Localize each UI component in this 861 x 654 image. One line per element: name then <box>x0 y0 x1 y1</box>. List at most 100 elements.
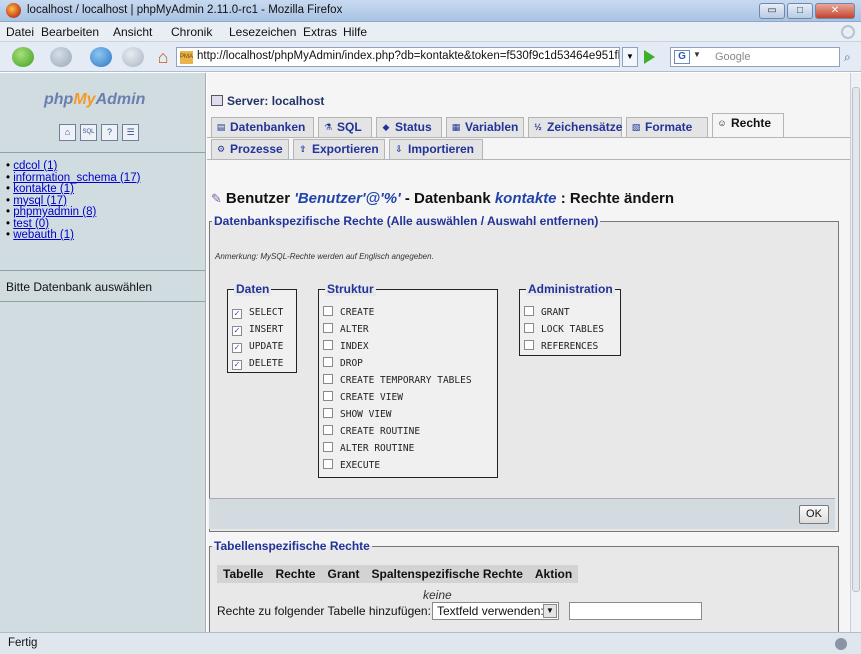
sql-icon: ⚗ <box>323 122 333 132</box>
menu-hilfe[interactable]: Hilfe <box>343 25 367 39</box>
tab-prozesse[interactable]: ⚙ Prozesse <box>211 139 289 159</box>
menu-chronik[interactable]: Chronik <box>171 25 212 39</box>
table-privileges-legend: Tabellenspezifische Rechte <box>214 539 370 553</box>
minimize-button[interactable]: ▭ <box>759 3 785 19</box>
tab-datenbanken[interactable]: ▤ Datenbanken <box>211 117 314 137</box>
tab-formate[interactable]: ▧ Formate <box>626 117 708 137</box>
group-struktur: Struktur CREATE ALTER INDEX DROP CREATE … <box>318 282 498 478</box>
url-history-dropdown[interactable]: ▼ <box>622 47 638 67</box>
tab-zeichensaetze[interactable]: ½ Zeichensätze <box>528 117 622 137</box>
reload-button[interactable] <box>90 47 112 67</box>
address-bar[interactable]: PMA http://localhost/phpMyAdmin/index.ph… <box>176 47 620 67</box>
processes-icon: ⚙ <box>216 144 226 154</box>
privilege-delete-checkbox[interactable]: ✓ DELETE <box>232 357 283 371</box>
status-bar: Fertig <box>0 632 861 654</box>
close-button[interactable]: ✕ <box>815 3 855 19</box>
privilege-alter-routine-checkbox[interactable]: ALTER ROUTINE <box>323 442 414 456</box>
privilege-create-temporary-tables-checkbox[interactable]: CREATE TEMPORARY TABLES <box>323 374 472 388</box>
activity-indicator-icon <box>841 25 855 39</box>
search-engine-icon[interactable]: G <box>674 50 690 64</box>
group-daten: Daten ✓ SELECT ✓ INSERT ✓ UPDATE ✓ DELETE <box>227 282 297 373</box>
status-text: Fertig <box>8 637 38 649</box>
server-breadcrumb[interactable]: Server: localhost <box>211 94 324 108</box>
back-button[interactable] <box>12 47 34 67</box>
maximize-button[interactable]: □ <box>787 3 813 19</box>
tab-rechte[interactable]: ☺ Rechte <box>712 113 784 138</box>
checkbox-checked[interactable]: ✓ <box>232 326 242 336</box>
go-button[interactable] <box>644 50 655 64</box>
docs-icon[interactable]: ☰ <box>122 124 139 141</box>
status-indicator-icon <box>835 638 847 650</box>
window-title: localhost / localhost | phpMyAdmin 2.11.… <box>27 4 343 16</box>
variables-icon: ▦ <box>451 122 461 132</box>
privileges-note: Anmerkung: MySQL-Rechte werden auf Engli… <box>215 252 434 261</box>
logo-admin: Admin <box>95 91 146 108</box>
privilege-lock-tables-checkbox[interactable]: LOCK TABLES <box>524 323 604 337</box>
vertical-scrollbar[interactable] <box>850 73 861 632</box>
menu-lesezeichen[interactable]: Lesezeichen <box>229 25 296 39</box>
checkbox-checked[interactable]: ✓ <box>232 360 242 370</box>
tab-divider <box>207 159 850 160</box>
page-title: ✎ Benutzer 'Benutzer'@'%' - Datenbank kon… <box>211 190 675 207</box>
server-label: Server: localhost <box>227 94 325 108</box>
privilege-select-checkbox[interactable]: ✓ SELECT <box>232 306 283 320</box>
checkbox-checked[interactable]: ✓ <box>232 309 242 319</box>
site-favicon-icon: PMA <box>180 51 193 64</box>
table-name-input[interactable] <box>569 602 702 620</box>
column-header: Tabelle <box>223 567 264 581</box>
table-privileges-header: Tabelle Rechte Grant Spaltenspezifische … <box>217 565 579 583</box>
chevron-down-icon[interactable]: ▼ <box>543 604 557 618</box>
privilege-alter-checkbox[interactable]: ALTER <box>323 323 369 337</box>
help-icon[interactable]: ? <box>101 124 118 141</box>
main-content-frame: Server: localhost ▤ Datenbanken ⚗ SQL ◆ Sta… <box>207 73 850 632</box>
divider <box>0 301 205 302</box>
search-icon[interactable]: ⌕ <box>844 50 851 65</box>
database-name[interactable]: kontakte <box>495 190 557 207</box>
forward-button[interactable] <box>50 47 72 67</box>
database-icon: ▤ <box>216 122 226 132</box>
privilege-insert-checkbox[interactable]: ✓ INSERT <box>232 323 283 337</box>
search-input[interactable]: G ▼ Google <box>670 47 840 67</box>
privilege-grant-checkbox[interactable]: GRANT <box>524 306 570 320</box>
tab-sql[interactable]: ⚗ SQL <box>318 117 372 137</box>
column-header: Grant <box>327 567 360 581</box>
group-administration: Administration GRANT LOCK TABLES REFEREN… <box>519 282 621 356</box>
privilege-create-routine-checkbox[interactable]: CREATE ROUTINE <box>323 425 420 439</box>
privilege-show-view-checkbox[interactable]: SHOW VIEW <box>323 408 391 422</box>
firefox-icon <box>6 3 21 18</box>
privileges-icon: ☺ <box>717 118 727 128</box>
submit-bar: OK <box>209 498 835 529</box>
select-database-hint: Bitte Datenbank auswählen <box>6 280 153 294</box>
empty-table-message: keine <box>423 588 452 602</box>
tab-status[interactable]: ◆ Status <box>376 117 442 137</box>
stop-button[interactable] <box>122 47 144 67</box>
phpmyadmin-logo[interactable]: phpMyAdmin <box>44 91 145 109</box>
privilege-drop-checkbox[interactable]: DROP <box>323 357 363 371</box>
sql-query-icon[interactable]: SQL <box>80 124 97 141</box>
database-privileges-legend[interactable]: Datenbankspezifische Rechte (Alle auswäh… <box>212 214 600 228</box>
privilege-references-checkbox[interactable]: REFERENCES <box>524 340 598 354</box>
search-placeholder: Google <box>715 51 751 63</box>
tab-importieren[interactable]: ⇩ Importieren <box>389 139 483 159</box>
tab-variablen[interactable]: ▦ Variablen <box>446 117 524 137</box>
menu-bearbeiten[interactable]: Bearbeiten <box>41 25 99 39</box>
checkbox-checked[interactable]: ✓ <box>232 343 242 353</box>
database-item[interactable]: webauth (1) <box>6 229 140 242</box>
tab-exportieren[interactable]: ⇪ Exportieren <box>293 139 385 159</box>
menu-extras[interactable]: Extras <box>303 25 337 39</box>
engines-icon: ▧ <box>631 122 641 132</box>
privilege-create-checkbox[interactable]: CREATE <box>323 306 374 320</box>
home-icon[interactable]: ⌂ <box>59 124 76 141</box>
home-button[interactable]: ⌂ <box>152 47 174 67</box>
user-name[interactable]: 'Benutzer'@'%' <box>294 190 400 207</box>
scrollbar-thumb[interactable] <box>852 87 860 592</box>
menu-datei[interactable]: Datei <box>6 25 34 39</box>
privilege-create-view-checkbox[interactable]: CREATE VIEW <box>323 391 403 405</box>
privilege-execute-checkbox[interactable]: EXECUTE <box>323 459 380 473</box>
privilege-index-checkbox[interactable]: INDEX <box>323 340 369 354</box>
privilege-update-checkbox[interactable]: ✓ UPDATE <box>232 340 283 354</box>
menu-ansicht[interactable]: Ansicht <box>113 25 152 39</box>
ok-button[interactable]: OK <box>799 505 829 524</box>
search-engine-dropdown-icon[interactable]: ▼ <box>693 50 701 59</box>
table-select[interactable]: Textfeld verwenden: ▼ <box>432 602 559 620</box>
